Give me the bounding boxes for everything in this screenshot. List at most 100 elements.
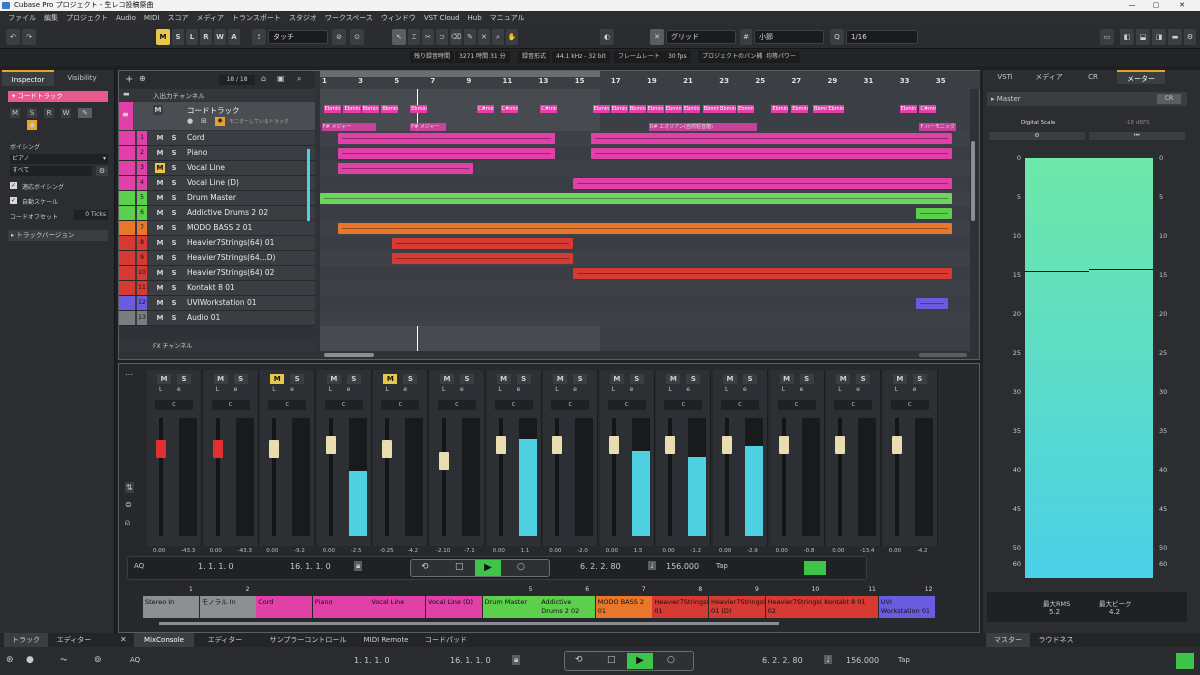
- listen-icon[interactable]: L: [329, 386, 332, 393]
- track-row[interactable]: 6 M S Addictive Drums 2 02: [119, 206, 315, 221]
- track-mute-button[interactable]: M: [155, 193, 165, 203]
- channel-name[interactable]: Drum Master: [482, 596, 539, 618]
- fader-cap[interactable]: [495, 436, 506, 454]
- fader-cap[interactable]: [382, 440, 393, 458]
- inspector-mute-button[interactable]: M: [10, 108, 20, 118]
- tab-vsti[interactable]: VSTi: [985, 70, 1025, 84]
- tab-visibility[interactable]: Visibility: [56, 70, 108, 86]
- track-solo-button[interactable]: S: [169, 238, 179, 248]
- transport-lock-icon[interactable]: 🔒︎: [512, 655, 521, 665]
- suspend-icon[interactable]: ⊘: [332, 29, 346, 45]
- fader-cap[interactable]: [778, 436, 789, 454]
- pan-knob[interactable]: C: [211, 400, 250, 410]
- channel-solo-button[interactable]: S: [629, 374, 644, 384]
- pan-law[interactable]: 均等パワー: [762, 51, 801, 63]
- track-mute-button[interactable]: M: [155, 298, 165, 308]
- add-track-icon[interactable]: +: [125, 74, 133, 85]
- midi-event[interactable]: [338, 163, 474, 174]
- edit-icon[interactable]: e: [630, 386, 634, 393]
- track-solo-button[interactable]: S: [169, 208, 179, 218]
- layout-inspector-icon[interactable]: ◧: [1120, 29, 1134, 45]
- tab-meter[interactable]: メーター: [1117, 70, 1165, 84]
- channel-name[interactable]: Addictive Drums 2 02: [539, 596, 596, 618]
- track-solo-button[interactable]: S: [169, 223, 179, 233]
- chord-event[interactable]: Ebmin: [410, 105, 428, 113]
- fader-cap[interactable]: [891, 436, 902, 454]
- metronome-icon[interactable]: ♩: [648, 561, 656, 570]
- chord-event[interactable]: Ebmin: [791, 105, 809, 113]
- track-solo-button[interactable]: S: [169, 133, 179, 143]
- listen-icon[interactable]: L: [895, 386, 898, 393]
- chord-event[interactable]: Ebmin: [664, 105, 682, 113]
- menu-audio[interactable]: Audio: [112, 14, 140, 22]
- midi-event[interactable]: [572, 268, 952, 279]
- edit-icon[interactable]: e: [347, 386, 351, 393]
- draw-tool-icon[interactable]: ✎: [464, 29, 476, 45]
- quantize-select[interactable]: 1/16: [846, 30, 918, 44]
- listen-icon[interactable]: L: [555, 386, 558, 393]
- listen-button[interactable]: L: [186, 29, 198, 45]
- tab-track[interactable]: トラック: [4, 633, 48, 647]
- visibility-icon[interactable]: ▣: [277, 74, 285, 83]
- pan-knob[interactable]: C: [890, 400, 929, 410]
- add-folder-icon[interactable]: ⊕: [139, 74, 146, 83]
- channel-name[interactable]: MODO BASS 2 01: [595, 596, 652, 618]
- menu-midi[interactable]: MIDI: [140, 14, 164, 22]
- maximize-icon[interactable]: ▢: [1144, 0, 1168, 11]
- track-row[interactable]: 2 M S Piano: [119, 146, 315, 161]
- pan-knob[interactable]: C: [777, 400, 816, 410]
- track-mute-button[interactable]: M: [155, 133, 165, 143]
- layout-lower-icon[interactable]: ⬓: [1136, 29, 1150, 45]
- listen-icon[interactable]: L: [159, 386, 162, 393]
- track-mute-button[interactable]: M: [155, 148, 165, 158]
- chord-event[interactable]: Ebmin: [899, 105, 917, 113]
- channel-mute-button[interactable]: M: [723, 374, 737, 384]
- chord-event[interactable]: Bbmin: [628, 105, 646, 113]
- channel-mute-button[interactable]: M: [666, 374, 681, 384]
- edit-icon[interactable]: e: [856, 386, 860, 393]
- automation-button[interactable]: A: [228, 29, 240, 45]
- midi-event[interactable]: [338, 148, 555, 159]
- midi-event[interactable]: [392, 253, 573, 264]
- chord-event[interactable]: C#min: [919, 105, 937, 113]
- channel-name[interactable]: Kontakt 8 01: [822, 596, 879, 618]
- tab-master[interactable]: マスター: [986, 633, 1030, 647]
- event-display[interactable]: Ebmin Ebmin Bbmin Bbmin Ebmin C#min C#min C#min…: [320, 89, 970, 351]
- snap-toggle-icon[interactable]: ✕: [650, 29, 664, 45]
- punch-icon[interactable]: ⊚: [94, 655, 102, 665]
- voicing-select[interactable]: ピアノ ▾: [10, 154, 108, 164]
- track-mute-button[interactable]: M: [155, 178, 165, 188]
- rec-format[interactable]: 44.1 kHz - 32 bit: [552, 51, 610, 63]
- menu-score[interactable]: スコア: [163, 13, 192, 23]
- fader-cap[interactable]: [325, 436, 336, 454]
- track-solo-button[interactable]: S: [169, 283, 179, 293]
- timeline-ruler[interactable]: 1 3 5 7 9 11 13 15 17 19 21 23 25 27 29 31 33 35: [320, 71, 980, 89]
- layout-right-icon[interactable]: ◨: [1152, 29, 1166, 45]
- track-solo-button[interactable]: S: [169, 253, 179, 263]
- track-row[interactable]: 9 M S Heavier7Strings(64...D): [119, 251, 315, 266]
- transport-settings-icon[interactable]: ⊛: [6, 655, 14, 665]
- pan-knob[interactable]: C: [438, 400, 476, 410]
- inspector-monitor-icon[interactable]: ◉: [27, 120, 37, 130]
- layout-left-icon[interactable]: ▭: [1100, 29, 1114, 45]
- channel-mute-button[interactable]: M: [496, 374, 511, 384]
- track-row[interactable]: 7 M S MODO BASS 2 01: [119, 221, 315, 236]
- channel-solo-button[interactable]: S: [460, 374, 474, 384]
- midi-event[interactable]: [392, 238, 573, 249]
- channel-mute-button[interactable]: M: [326, 374, 341, 384]
- channel-mute-button[interactable]: M: [270, 374, 285, 384]
- pan-knob[interactable]: C: [834, 400, 873, 410]
- grid-icon[interactable]: #: [740, 29, 752, 45]
- cycle-icon[interactable]: ⟲: [421, 562, 429, 572]
- track-solo-button[interactable]: S: [169, 163, 179, 173]
- layout-transport-icon[interactable]: ▬: [1168, 29, 1182, 45]
- channel-solo-button[interactable]: S: [290, 374, 305, 384]
- listen-icon[interactable]: L: [668, 386, 671, 393]
- transport-left-locator[interactable]: 1. 1. 1. 0: [354, 656, 390, 665]
- menu-window[interactable]: ウィンドウ: [377, 13, 420, 23]
- fader-cap[interactable]: [608, 436, 619, 454]
- pan-knob[interactable]: C: [381, 400, 420, 410]
- channel-name[interactable]: Heavier7Strings(64) 01: [652, 596, 709, 618]
- lock-icon[interactable]: 🔒︎: [354, 561, 363, 571]
- track-row[interactable]: 5 M S Drum Master: [119, 191, 315, 206]
